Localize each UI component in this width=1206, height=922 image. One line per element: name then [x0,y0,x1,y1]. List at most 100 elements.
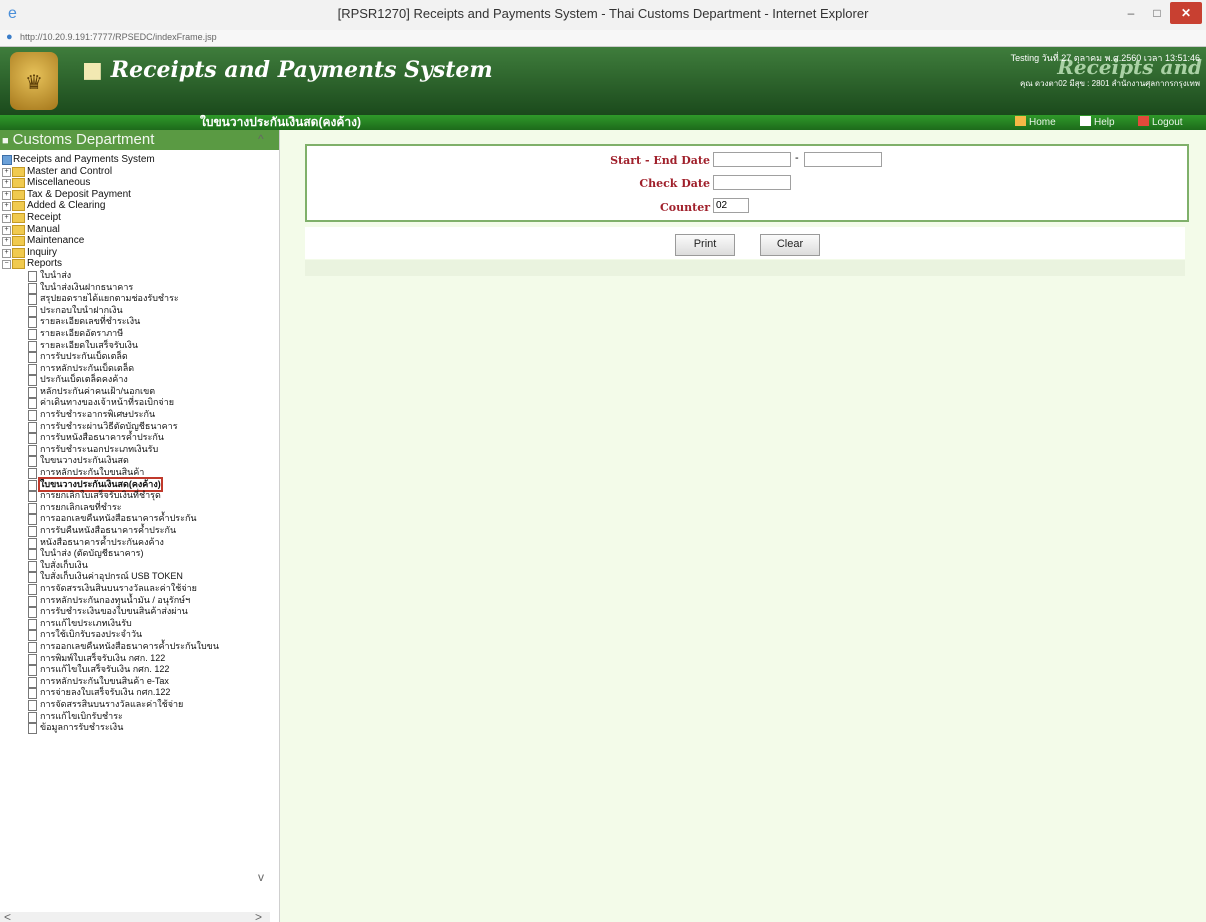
tree-folder[interactable]: + Added & Clearing [0,200,270,212]
url-text[interactable]: http://10.20.9.191:7777/RPSEDC/indexFram… [20,32,217,42]
page-icon [28,688,37,700]
report-item-label: ประกอบใบนำฝากเงิน [40,304,123,315]
expand-icon[interactable]: + [2,167,11,177]
page-icon [28,641,37,653]
maximize-button[interactable]: □ [1144,2,1170,24]
page-icon [28,699,37,711]
report-item[interactable]: การหลักประกันใบขนสินค้า e-Tax [0,676,270,688]
report-item[interactable]: การรับชำระอากรพิเศษประกัน [0,409,270,422]
help-link[interactable]: Help [1080,116,1115,129]
tree-folder-label: Inquiry [27,246,58,258]
report-item[interactable]: ค่าเดินทางของเจ้าหน้าที่รอเบิกจ่าย [0,397,270,410]
report-item[interactable]: การรับคืนหนังสือธนาคารค้ำประกัน [0,525,270,537]
print-button[interactable]: Print [675,234,735,256]
customs-logo: ♛ [10,52,58,110]
home-link[interactable]: Home [1015,116,1056,129]
report-item[interactable]: การหลักประกันเบ็ดเตล็ด [0,363,270,375]
session-info: Testing วันที่ 27 ตุลาคม พ.ศ.2560 เวลา 1… [1010,53,1200,63]
report-item[interactable]: การใช้เบิกรับรองประจำวัน [0,629,270,642]
tree-folder[interactable]: + Miscellaneous [0,177,270,189]
report-item[interactable]: การออกเลขคืนหนังสือธนาคารค้ำประกัน [0,513,270,526]
report-item[interactable]: หนังสือธนาคารค้ำประกันคงค้าง [0,537,270,549]
report-item[interactable]: ใบนำส่ง [0,270,270,282]
page-icon [28,711,37,723]
report-item[interactable]: การออกเลขคืนหนังสือธนาคารค้ำประกันใบขน [0,641,270,653]
tree-folder[interactable]: + Master and Control [0,166,270,178]
report-item[interactable]: ใบสั่งเก็บเงิน [0,560,270,572]
expand-icon[interactable]: + [2,179,11,189]
report-item[interactable]: ใบนำส่ง (ตัดบัญชีธนาคาร) [0,548,270,561]
tree-folder[interactable]: + Receipt [0,212,270,224]
counter-input[interactable] [713,198,749,213]
report-item[interactable]: การจัดสรรสินบนรางวัลและค่าใช้จ่าย [0,699,270,711]
report-item[interactable]: ใบสั่งเก็บเงินค่าอุปกรณ์ USB TOKEN [0,571,270,584]
end-date-input[interactable] [804,152,882,167]
tree-folder[interactable]: + Maintenance [0,235,270,247]
report-item[interactable]: การพิมพ์ใบเสร็จรับเงิน กศก. 122 [0,653,270,665]
report-item[interactable]: ประกันเบ็ดเตล็ดคงค้าง [0,374,270,387]
scroll-up-arrow[interactable]: ^ [258,132,264,146]
folder-icon [12,224,25,235]
logout-icon [1138,116,1149,126]
page-icon [28,618,37,630]
report-item[interactable]: การรับชำระเงินของใบขนสินค้าส่งผ่าน [0,606,270,619]
expand-icon[interactable]: − [2,260,11,270]
report-item[interactable]: รายละเอียดเลขที่ชำระเงิน [0,316,270,329]
start-date-input[interactable] [713,152,791,167]
page-icon [28,502,37,514]
expand-icon[interactable]: + [2,202,11,212]
report-item[interactable]: ใบขนวางประกันเงินสด [0,455,270,468]
scroll-left-arrow[interactable]: < [4,910,11,922]
report-item[interactable]: ข้อมูลการรับชำระเงิน [0,722,270,735]
report-item-label: การแก้ไขเบิกรับชำระ [40,710,123,721]
report-item-label: การหลักประกันใบขนสินค้า [40,467,145,478]
report-item[interactable]: การแก้ไขใบเสร็จรับเงิน กศก. 122 [0,664,270,677]
sidebar-header: ■ Customs Department [0,130,279,150]
date-range-label: Start - End Date [610,154,710,167]
page-icon [28,723,37,735]
report-item[interactable]: รายละเอียดใบเสร็จรับเงิน [0,340,270,352]
report-item[interactable]: การจ่ายลงใบเสร็จรับเงิน กศก.122 [0,687,270,700]
tree-folder[interactable]: + Inquiry [0,247,270,259]
report-item[interactable]: การรับหนังสือธนาคารค้ำประกัน [0,432,270,445]
scroll-down-arrow[interactable]: v [258,870,264,884]
expand-icon[interactable]: + [2,213,11,223]
report-item-label: ประกันเบ็ดเตล็ดคงค้าง [40,374,128,385]
scroll-right-arrow[interactable]: > [255,910,262,922]
report-item[interactable]: การยกเลิกใบเสร็จรับเงินที่ชำรุด [0,490,270,503]
report-item[interactable]: การรับชำระนอกประเภทเงินรับ [0,444,270,456]
tree-folder[interactable]: + Tax & Deposit Payment [0,189,270,201]
expand-icon[interactable]: + [2,237,11,247]
expand-icon[interactable]: + [2,190,11,200]
report-item[interactable]: หลักประกันค่าคนเฝ้า/นอกเขต [0,386,270,398]
report-item-label: ใบสั่งเก็บเงิน [40,559,88,570]
report-item[interactable]: การหลักประกันกองทุนน้ำมัน / อนุรักษ์ฯ [0,595,270,607]
minimize-button[interactable]: – [1118,2,1144,24]
report-item[interactable]: การแก้ไขเบิกรับชำระ [0,711,270,723]
tree-root[interactable]: Receipts and Payments System [0,154,270,166]
expand-icon[interactable]: + [2,225,11,235]
report-item[interactable]: รายละเอียดอัตราภาษี [0,328,270,340]
report-item[interactable]: การยกเลิกเลขที่ชำระ [0,502,270,514]
report-item[interactable]: การรับชำระผ่านวิธีตัดบัญชีธนาคาร [0,421,270,433]
tree-folder[interactable]: + Manual [0,224,270,236]
close-button[interactable]: ✕ [1170,2,1202,24]
report-item[interactable]: สรุปยอดรายได้แยกตามช่องรับชำระ [0,293,270,306]
expand-icon[interactable]: + [2,248,11,258]
report-item[interactable]: การแก้ไขประเภทเงินรับ [0,618,270,630]
address-bar[interactable]: ● http://10.20.9.191:7777/RPSEDC/indexFr… [0,30,1206,47]
clear-button[interactable]: Clear [760,234,820,256]
report-item[interactable]: ประกอบใบนำฝากเงิน [0,305,270,317]
report-item[interactable]: การหลักประกันใบขนสินค้า [0,467,270,480]
report-item[interactable]: ใบนำส่งเงินฝากธนาคาร [0,282,270,294]
folder-icon [12,166,25,177]
report-item[interactable]: การจัดสรรเงินสินบนรางวัลและค่าใช้จ่าย [0,583,270,595]
check-date-input[interactable] [713,175,791,190]
report-item-label: รายละเอียดใบเสร็จรับเงิน [40,339,139,350]
report-item[interactable]: ใบขนวางประกันเงินสด(คงค้าง) [0,476,270,493]
logout-link[interactable]: Logout [1138,116,1183,129]
report-item[interactable]: การรับประกันเบ็ดเตล็ด [0,351,270,364]
horizontal-scrollbar[interactable]: < > [0,910,270,922]
tree-folder[interactable]: − Reports [0,258,270,270]
criteria-form: Start - End Date - Check Date Counter [305,144,1189,222]
